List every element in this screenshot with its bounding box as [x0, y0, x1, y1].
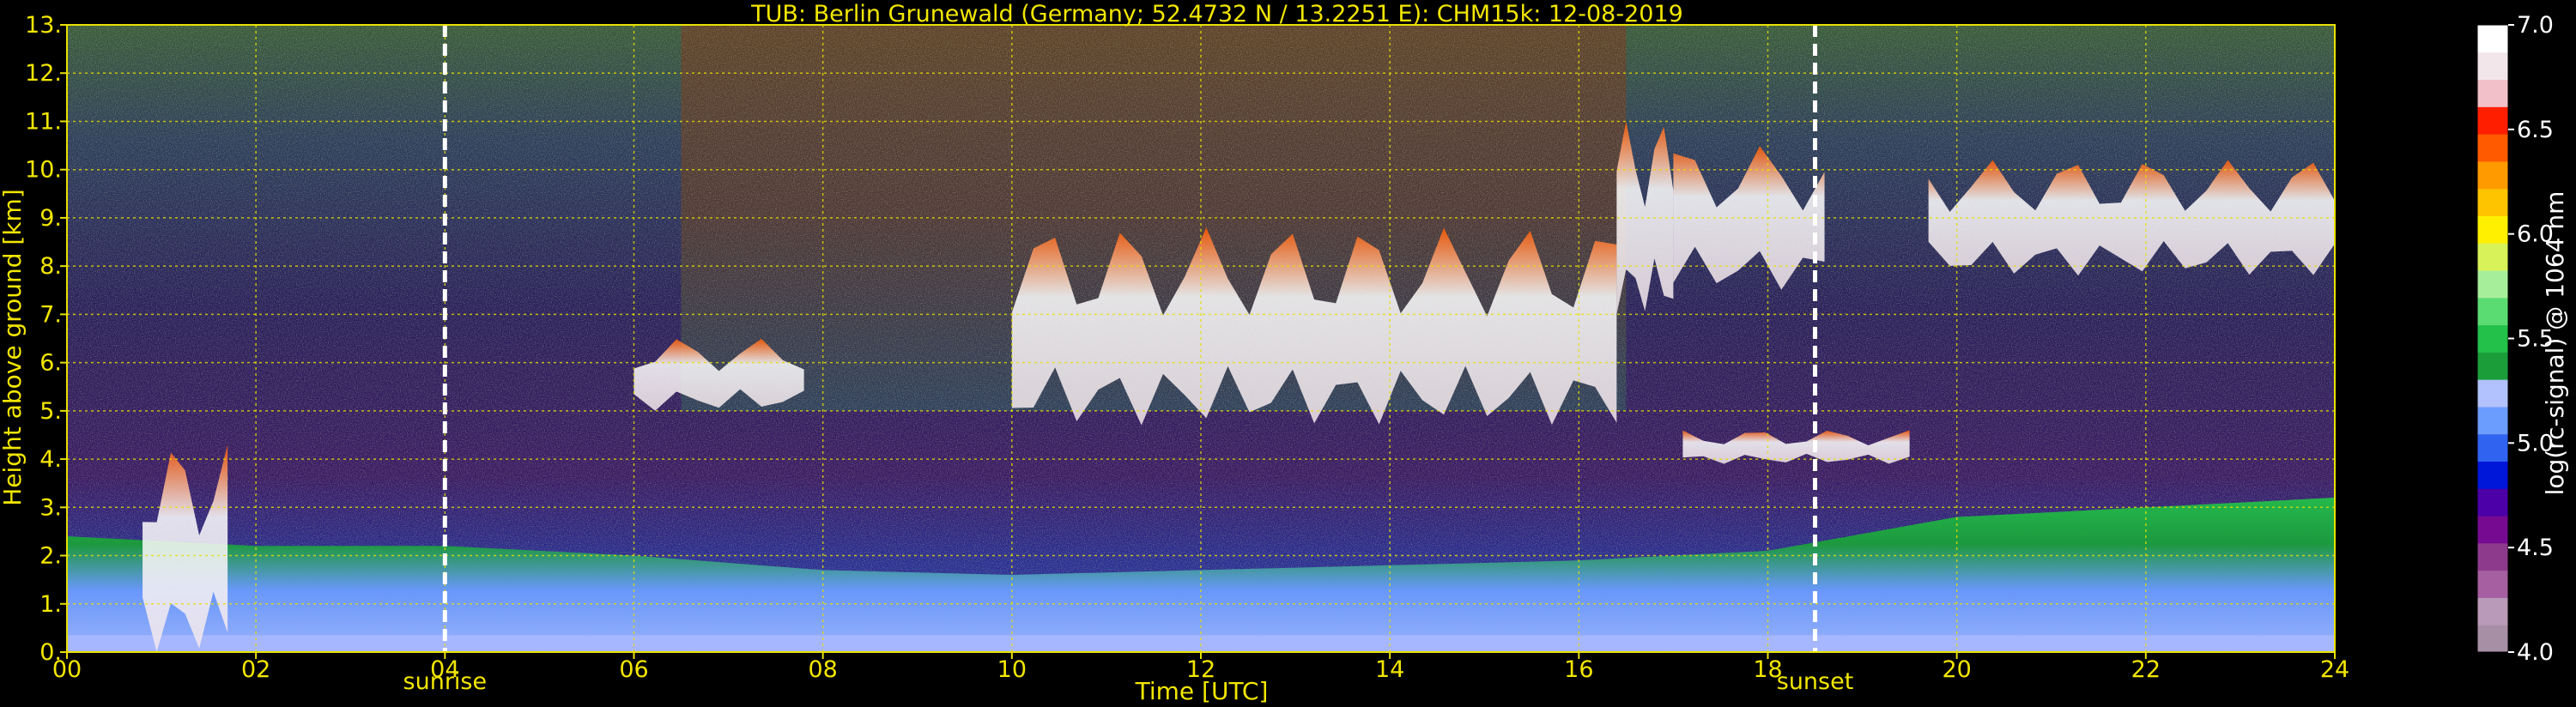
- colorbar-swatch: [2477, 406, 2508, 435]
- y-tick-label: 8.: [39, 253, 62, 280]
- colorbar-swatch: [2477, 570, 2508, 598]
- sunset-label: sunset: [1777, 668, 1854, 695]
- y-tick-label: 6.: [39, 350, 62, 377]
- x-tick-label: 14: [1375, 656, 1404, 683]
- colorbar-swatch: [2477, 215, 2508, 244]
- y-tick-label: 1.: [39, 591, 62, 618]
- y-tick-label: 2.: [39, 543, 62, 570]
- colorbar-swatch: [2477, 352, 2508, 380]
- y-tick-label: 12.: [25, 60, 62, 87]
- colorbar-swatch: [2477, 297, 2508, 326]
- colorbar-swatch: [2477, 51, 2508, 81]
- colorbar-swatch: [2477, 516, 2508, 544]
- colorbar-label: log(rc-signal) @ 1064 nm: [2541, 191, 2569, 496]
- colorbar-tick-label: 4.5: [2517, 535, 2554, 561]
- colorbar-swatch: [2477, 488, 2508, 517]
- x-tick-label: 04: [430, 656, 459, 683]
- x-tick-label: 06: [619, 656, 648, 683]
- colorbar-swatch: [2477, 25, 2508, 53]
- colorbar-tick-label: 7.0: [2517, 12, 2554, 39]
- colorbar-swatch: [2477, 270, 2508, 299]
- y-tick-label: 5.: [39, 398, 62, 425]
- x-tick-label: 18: [1753, 656, 1782, 683]
- colorbar-swatch: [2477, 379, 2508, 408]
- colorbar-swatch: [2477, 79, 2508, 107]
- x-tick-label: 02: [241, 656, 270, 683]
- colorbar-swatch: [2477, 542, 2508, 571]
- colorbar-swatch: [2477, 106, 2508, 135]
- colorbar-swatch: [2477, 243, 2508, 271]
- x-tick-label: 22: [2131, 656, 2161, 683]
- y-tick-label: 3.: [39, 494, 62, 521]
- colorbar-swatch: [2477, 134, 2508, 162]
- y-tick-label: 9.: [39, 205, 62, 232]
- colorbar-swatch: [2477, 597, 2508, 625]
- x-tick-label: 16: [1564, 656, 1593, 683]
- colorbar-swatch: [2477, 188, 2508, 216]
- x-tick-label: 20: [1942, 656, 1971, 683]
- y-tick-label: 10.: [25, 157, 62, 184]
- x-axis-label: Time [UTC]: [1135, 677, 1269, 705]
- colorbar-swatch: [2477, 324, 2508, 353]
- y-tick-label: 11.: [25, 108, 62, 135]
- colorbar-swatch: [2477, 625, 2508, 653]
- x-tick-label: 10: [997, 656, 1027, 683]
- y-axis-label: Height above ground [km]: [0, 189, 27, 506]
- y-tick-label: 4.: [39, 446, 62, 473]
- chart-title: TUB: Berlin Grunewald (Germany; 52.4732 …: [750, 1, 1683, 27]
- x-tick-label: 24: [2320, 656, 2349, 683]
- y-tick-label: 7.: [39, 301, 62, 328]
- y-tick-label: 13.: [25, 12, 62, 39]
- x-tick-label: 08: [808, 656, 837, 683]
- colorbar-swatch: [2477, 160, 2508, 190]
- ceilometer-chart: sunrise sunset 00 02 04 06 08 10 12 14 16 18 20 22 24…: [0, 1, 2569, 705]
- colorbar-tick-label: 4.0: [2517, 639, 2554, 666]
- colorbar-swatch: [2477, 433, 2508, 462]
- colorbar-swatch: [2477, 461, 2508, 489]
- y-tick-label: 0.: [39, 639, 62, 666]
- colorbar-tick-label: 6.5: [2517, 117, 2554, 143]
